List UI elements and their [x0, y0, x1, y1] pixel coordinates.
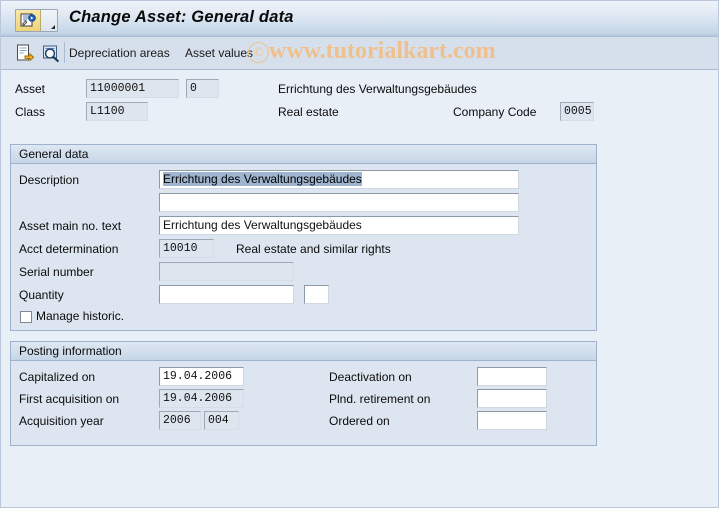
company-code-label: Company Code — [453, 105, 537, 119]
ordered-on-label: Ordered on — [329, 414, 390, 428]
asset-main-no-text-label: Asset main no. text — [19, 219, 122, 233]
acquisition-period-field[interactable]: 004 — [204, 411, 239, 430]
asset-label: Asset — [15, 82, 46, 96]
asset-main-no-text-input[interactable]: Errichtung des Verwaltungsgebäudes — [159, 216, 519, 235]
posting-information-group: Posting information Capitalized on 19.04… — [10, 341, 597, 446]
acquisition-year-field[interactable]: 2006 — [159, 411, 201, 430]
acct-determination-label: Acct determination — [19, 242, 119, 256]
display-magnifier-icon[interactable] — [41, 43, 61, 63]
system-menu-button[interactable] — [15, 9, 58, 32]
description-input[interactable]: Errichtung des Verwaltungsgebäudes — [159, 170, 519, 189]
page-title: Change Asset: General data — [69, 8, 294, 26]
asset-description-text: Errichtung des Verwaltungsgebäudes — [278, 82, 477, 96]
toolbar-separator — [64, 42, 65, 63]
general-data-group-title: General data — [11, 145, 596, 164]
serial-number-label: Serial number — [19, 265, 94, 279]
quantity-label: Quantity — [19, 288, 64, 302]
manage-historic-label: Manage historic. — [36, 309, 125, 323]
depreciation-areas-button[interactable]: Depreciation areas — [69, 46, 170, 60]
asset-class-field[interactable]: L1100 — [86, 102, 148, 121]
general-data-group: General data Description Errichtung des … — [10, 144, 597, 331]
capitalized-on-label: Capitalized on — [19, 370, 96, 384]
description-label: Description — [19, 173, 80, 187]
description-line2-input[interactable] — [159, 193, 519, 212]
acquisition-year-label: Acquisition year — [19, 414, 104, 428]
class-label: Class — [15, 105, 46, 119]
acct-determination-field[interactable]: 10010 — [159, 239, 214, 258]
title-bar: Change Asset: General data — [1, 1, 718, 37]
quantity-unit-input[interactable] — [304, 285, 329, 304]
ordered-on-input[interactable] — [477, 411, 547, 430]
asset-subnumber-field[interactable]: 0 — [186, 79, 219, 98]
plnd-retirement-on-label: Plnd. retirement on — [329, 392, 431, 406]
acct-determination-text: Real estate and similar rights — [236, 242, 391, 256]
posting-information-group-title: Posting information — [11, 342, 596, 361]
sap-window: Change Asset: General data Depreciation … — [0, 0, 719, 508]
company-code-field[interactable]: 0005 — [560, 102, 594, 121]
first-acquisition-on-label: First acquisition on — [19, 392, 120, 406]
application-toolbar: Depreciation areas Asset values — [1, 37, 718, 70]
sap-asset-icon — [16, 10, 41, 31]
serial-number-input[interactable] — [159, 262, 294, 281]
chevron-down-icon[interactable] — [41, 10, 57, 31]
deactivation-on-input[interactable] — [477, 367, 547, 386]
quantity-input[interactable] — [159, 285, 294, 304]
capitalized-on-input[interactable]: 19.04.2006 — [159, 367, 244, 386]
first-acquisition-on-field[interactable]: 19.04.2006 — [159, 389, 244, 408]
document-export-icon[interactable] — [15, 43, 35, 63]
asset-header-block: Asset 11000001 0 Errichtung des Verwaltu… — [1, 70, 718, 128]
asset-number-field[interactable]: 11000001 — [86, 79, 179, 98]
description-input-value: Errichtung des Verwaltungsgebäudes — [163, 172, 362, 186]
plnd-retirement-on-input[interactable] — [477, 389, 547, 408]
class-description-text: Real estate — [278, 105, 339, 119]
deactivation-on-label: Deactivation on — [329, 370, 412, 384]
manage-historic-checkbox[interactable] — [20, 311, 32, 323]
asset-values-button[interactable]: Asset values — [185, 46, 253, 60]
